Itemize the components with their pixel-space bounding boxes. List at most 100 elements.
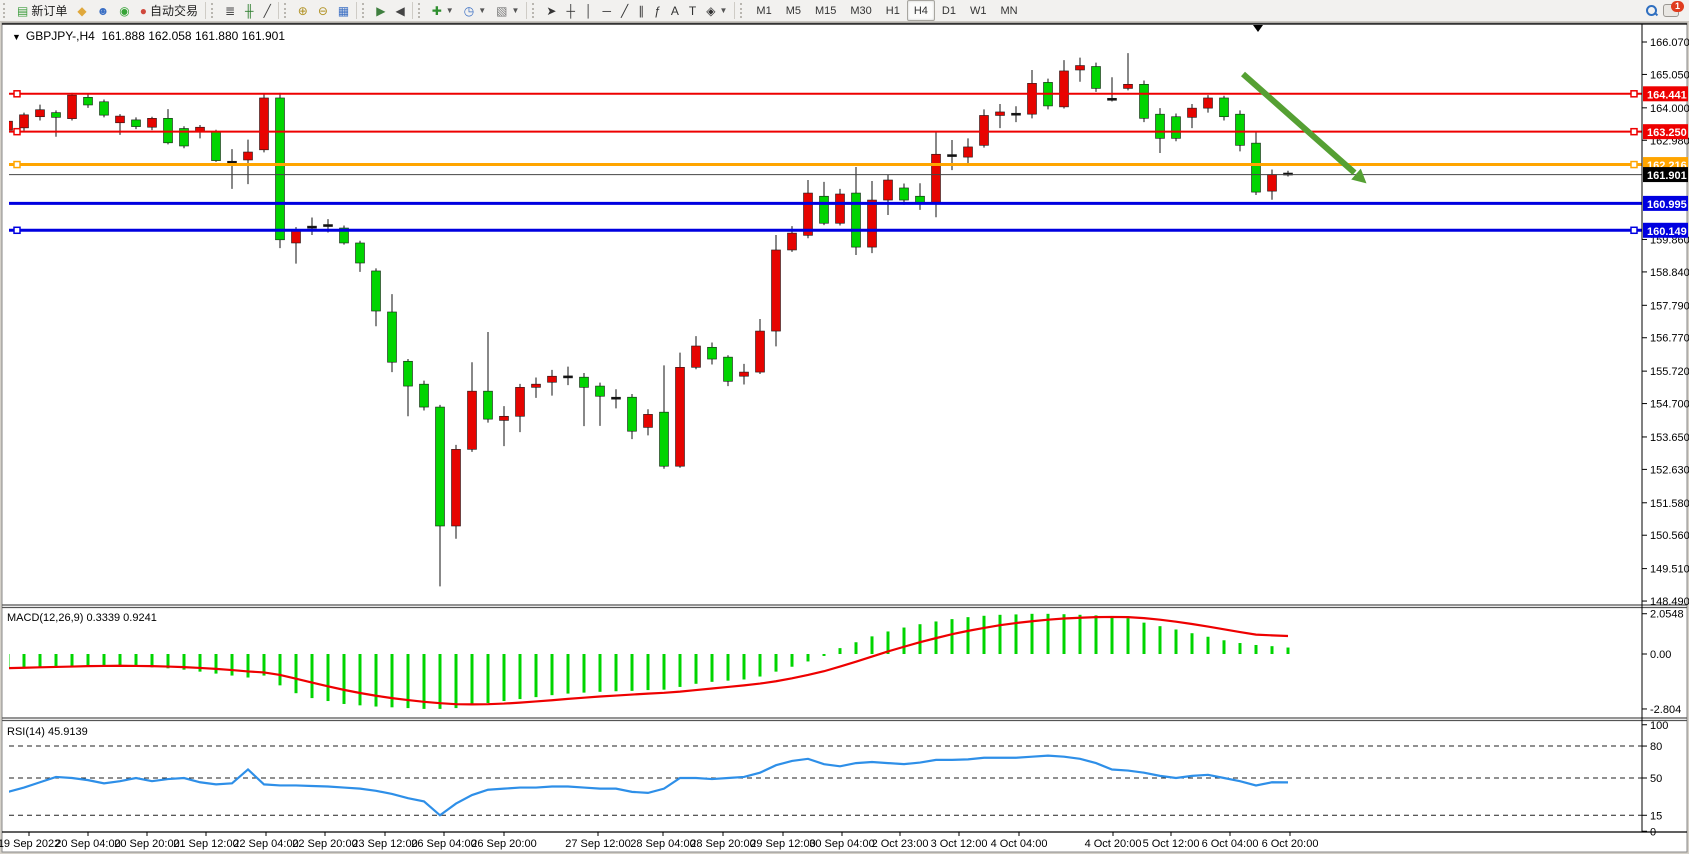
time-tick-label: 28 Sep 20:00 [690,838,755,850]
candle-body [148,118,157,127]
resistance-line-2-badge: 163.250 [1643,124,1688,139]
timeframe-mn[interactable]: MN [993,0,1024,21]
periods-button[interactable]: ◷▼ [459,0,491,21]
rsi-tick-label: 15 [1650,810,1662,822]
line-handle[interactable] [1631,91,1637,97]
candle-body [100,102,109,115]
line-handle[interactable] [14,227,20,233]
toolbar-grip [284,3,291,18]
timeframe-w1[interactable]: W1 [963,0,994,21]
rsi-indicator-label: RSI(14) 45.9139 [7,726,88,738]
candle-body [20,115,29,128]
new-order-button[interactable]: ▤新订单 [12,0,72,21]
signals-button[interactable]: ◉ [114,0,134,21]
notifications-icon[interactable]: 1 [1663,4,1679,17]
price-tick-label: 153.650 [1650,432,1689,444]
bar-chart-button[interactable]: ≣ [220,0,240,21]
toolbar-separator [278,2,279,19]
tile-windows-button[interactable]: ▦ [333,0,354,21]
cursor-icon: ➤ [546,5,556,17]
candle-body [1140,84,1149,118]
time-tick-label: 22 Sep 20:00 [292,838,357,850]
metaeditor-button[interactable]: ◆ [72,0,91,21]
candle-body [884,180,893,200]
candle-body [52,113,61,118]
price-tick-label: 157.790 [1650,300,1689,312]
candle-body [132,120,141,127]
chart-shift-button[interactable]: ◀ [391,0,410,21]
candle-body [948,155,957,157]
timeframe-h4[interactable]: H4 [907,0,935,21]
price-tick-label: 154.700 [1650,399,1689,411]
auto-scroll-icon: ▶ [376,5,385,17]
candle-body [452,449,461,526]
timeframe-h1[interactable]: H1 [879,0,907,21]
auto-trading-button[interactable]: ●自动交易 [135,0,203,21]
crosshair-button[interactable]: ┼ [561,0,580,21]
time-tick-label: 3 Oct 12:00 [931,838,988,850]
candlestick-button[interactable]: ╫ [240,0,259,21]
add-indicator-button[interactable]: ✚▼ [427,0,459,21]
timeframe-m5[interactable]: M5 [779,0,808,21]
cursor-button[interactable]: ➤ [541,0,561,21]
trendline-button[interactable]: ╱ [616,0,633,21]
line-handle[interactable] [1631,162,1637,168]
notification-badge: 1 [1671,1,1684,12]
candle-body [1012,113,1021,115]
candle-body [1172,117,1181,139]
market-watch-button[interactable]: ☻ [92,0,115,21]
symbol-dropdown-icon[interactable]: ▼ [12,32,21,42]
candle-body [548,376,557,382]
price-tick-label: 155.720 [1650,366,1689,378]
chart-canvas[interactable]: 166.070165.050164.000162.980159.860158.8… [0,21,1689,854]
candle-body [68,95,77,119]
toolbar-grip [740,3,747,18]
auto-scroll-button[interactable]: ▶ [371,0,390,21]
line-handle[interactable] [14,91,20,97]
timeframe-m30[interactable]: M30 [843,0,878,21]
search-icon[interactable] [1646,5,1657,16]
bid-price-line-badge: 161.901 [1643,167,1688,182]
fibonacci-button[interactable]: ƒ [649,0,666,21]
shapes-button[interactable]: ◈▼ [701,0,732,21]
timeframe-m1[interactable]: M1 [749,0,778,21]
price-tick-label: 149.510 [1650,564,1689,576]
chart-window[interactable]: 166.070165.050164.000162.980159.860158.8… [0,21,1689,854]
zoom-out-button[interactable]: ⊖ [313,0,333,21]
timeframe-d1[interactable]: D1 [935,0,963,21]
chart-window-border [2,23,1687,852]
candle-body [980,115,989,145]
candle-body [324,225,333,227]
time-tick-label: 20 Sep 04:00 [55,838,120,850]
toolbar-grip [418,3,425,18]
zoom-in-button[interactable]: ⊕ [293,0,313,21]
vertical-line-button[interactable]: │ [580,0,598,21]
candle-body [308,226,317,228]
text-button[interactable]: A [666,0,684,21]
text-label-button[interactable]: T [684,0,701,21]
toolbar: ▤新订单◆☻◉●自动交易≣╫╱⊕⊖▦▶◀✚▼◷▼▧▼➤┼│─╱∥ƒAT◈▼M1M… [0,0,1689,22]
time-tick-label: 4 Oct 04:00 [991,838,1048,850]
market-watch-icon: ☻ [97,5,110,17]
price-tick-label: 164.000 [1650,103,1689,115]
support-line-2-badge: 160.149 [1643,223,1688,238]
chart-shift-icon: ◀ [396,5,405,17]
time-tick-label: 27 Sep 12:00 [565,838,630,850]
candle-body [1156,114,1165,138]
channel-button[interactable]: ∥ [633,0,649,21]
timeframe-m15[interactable]: M15 [808,0,843,21]
line-chart-button[interactable]: ╱ [259,0,276,21]
line-handle[interactable] [14,129,20,135]
time-tick-label: 20 Sep 20:00 [114,838,179,850]
candle-body [1204,98,1213,108]
horizontal-line-button[interactable]: ─ [597,0,616,21]
time-tick-label: 30 Sep 04:00 [809,838,874,850]
line-handle[interactable] [1631,129,1637,135]
zoom-out-icon: ⊖ [318,5,328,17]
line-chart-icon: ╱ [264,5,271,17]
line-handle[interactable] [1631,227,1637,233]
price-tick-label: 150.560 [1650,530,1689,542]
horizontal-line-icon: ─ [602,5,611,17]
line-handle[interactable] [14,162,20,168]
templates-button[interactable]: ▧▼ [491,0,524,21]
